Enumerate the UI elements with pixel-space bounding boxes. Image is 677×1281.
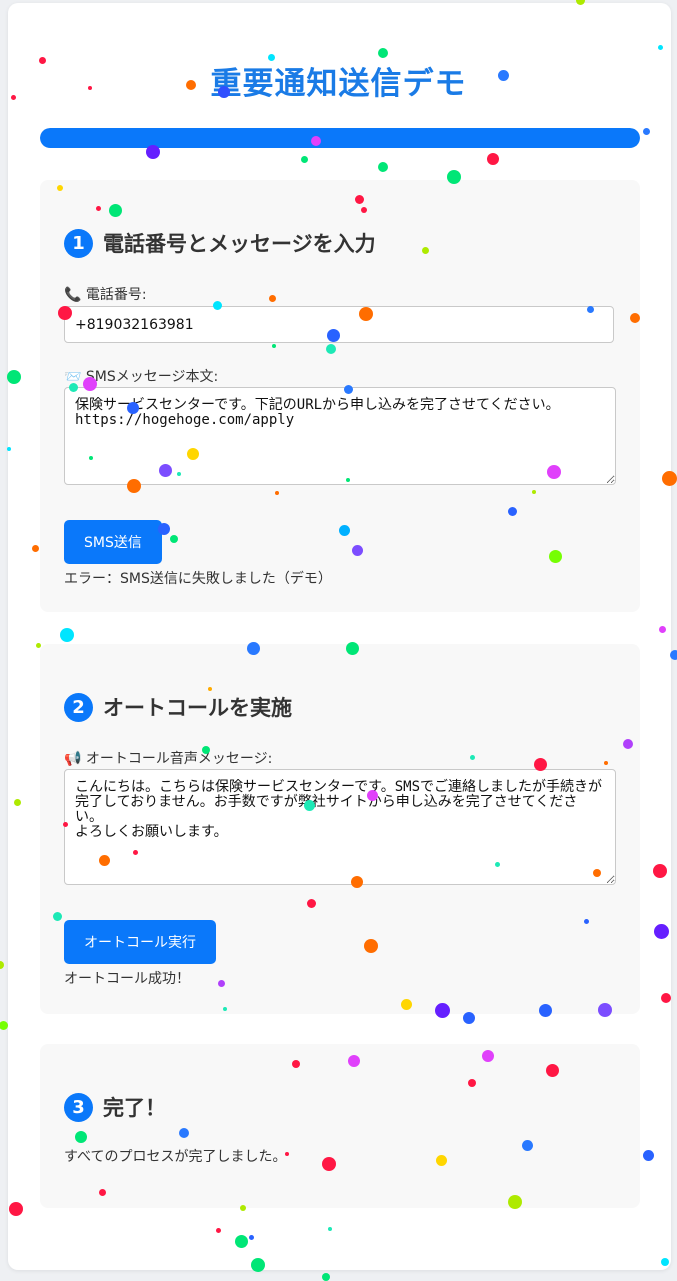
- voice-message-textarea[interactable]: こんにちは。こちらは保険サービスセンターです。SMSでご連絡しましたが手続きが完…: [64, 769, 616, 885]
- section-autocall: 2 オートコールを実施 📢 オートコール音声メッセージ: こんにちは。こちらは保…: [40, 644, 640, 1014]
- sms-send-button[interactable]: SMS送信: [64, 520, 162, 564]
- section-complete: 3 完了！ すべてのプロセスが完了しました。: [40, 1044, 640, 1208]
- confetti-dot: [0, 1020, 8, 1030]
- confetti-dot: [670, 650, 677, 660]
- step-number-2: 2: [64, 692, 93, 722]
- section-complete-header: 3 完了！: [64, 1092, 166, 1122]
- sms-label: 📨 SMSメッセージ本文:: [64, 369, 219, 385]
- autocall-button[interactable]: オートコール実行: [64, 920, 216, 964]
- progress-bar: [40, 128, 640, 148]
- sms-status-text: エラー：SMS送信に失敗しました（デモ）: [64, 571, 332, 587]
- section-complete-title: 完了！: [103, 1096, 166, 1120]
- sms-message-textarea[interactable]: 保険サービスセンターです。下記のURLから申し込みを完了させてください。 htt…: [64, 387, 616, 485]
- phone-label: 📞 電話番号:: [64, 287, 147, 303]
- phone-input[interactable]: [64, 306, 614, 343]
- section-autocall-header: 2 オートコールを実施: [64, 692, 292, 722]
- progress-fill: [40, 128, 640, 148]
- autocall-status-text: オートコール成功！: [64, 971, 190, 987]
- section-autocall-title: オートコールを実施: [103, 696, 292, 720]
- section-input-title: 電話番号とメッセージを入力: [103, 232, 376, 256]
- confetti-dot: [0, 961, 4, 969]
- section-input-header: 1 電話番号とメッセージを入力: [64, 228, 376, 258]
- complete-message: すべてのプロセスが完了しました。: [64, 1149, 287, 1165]
- step-number-3: 3: [64, 1092, 93, 1122]
- section-input: 1 電話番号とメッセージを入力 📞 電話番号: 📨 SMSメッセージ本文: 保険…: [40, 180, 640, 612]
- page-title: 重要通知送信デモ: [210, 66, 467, 102]
- confetti-dot: [322, 1273, 330, 1281]
- voice-message-label: 📢 オートコール音声メッセージ:: [64, 751, 273, 767]
- step-number-1: 1: [64, 228, 93, 258]
